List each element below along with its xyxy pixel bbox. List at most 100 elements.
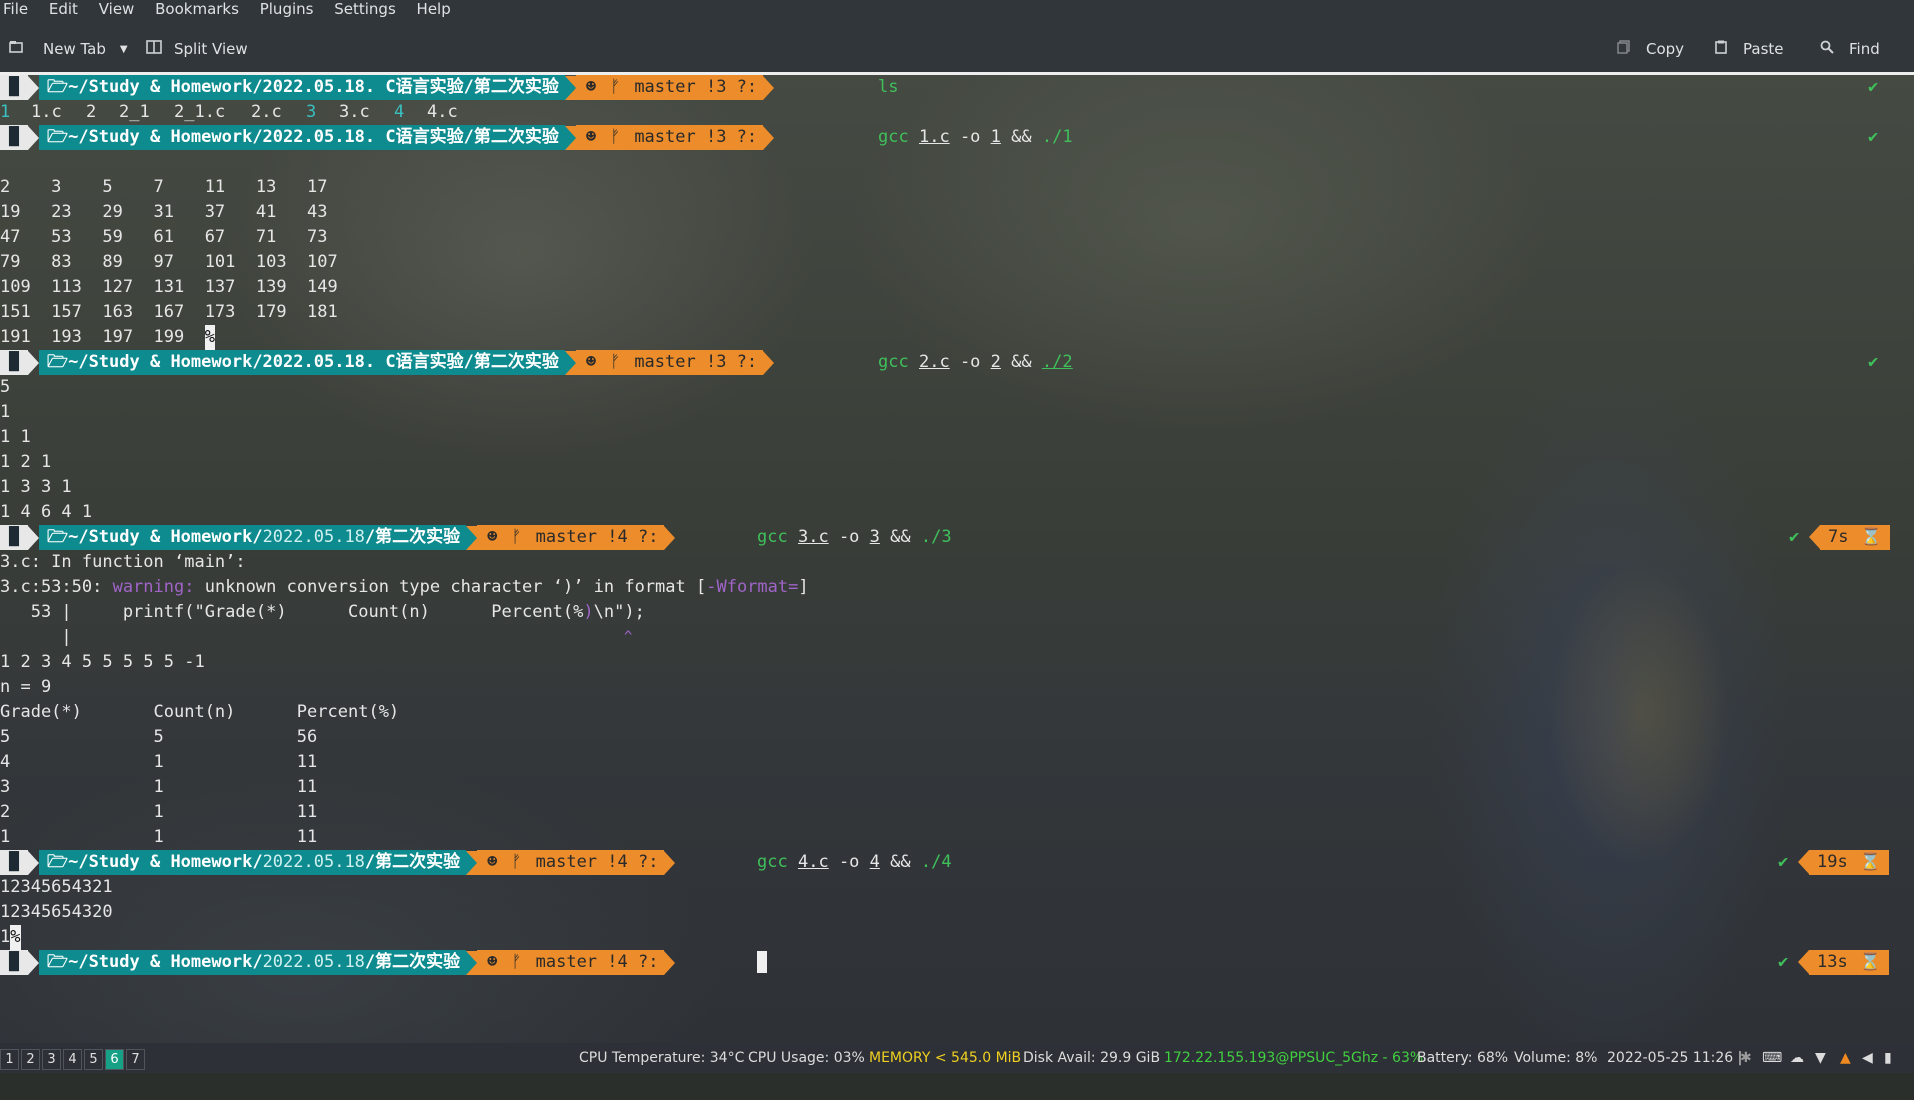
branch-icon: ᚠ	[610, 77, 621, 97]
ls-entry: 3	[306, 102, 317, 122]
compiler-message: 3.c: In function ‘main’:	[0, 552, 246, 572]
trash-icon[interactable]: ▮	[1884, 1050, 1892, 1066]
prompt-path: 🗁 ~/Study & Homework/2022.05.18/第二次实验	[39, 950, 467, 975]
prompt-path: 🗁 ~/Study & Homework/2022.05.18. C语言实验/第二…	[39, 125, 565, 150]
github-icon: ☻	[487, 527, 498, 547]
branch-icon: ᚠ	[511, 852, 522, 872]
success-check-icon: ✔	[1778, 952, 1789, 972]
distro-icon: ▐▌	[0, 350, 28, 375]
output-line: 1 3 3 1	[0, 477, 72, 497]
branch-icon: ᚠ	[511, 527, 522, 547]
copy-button[interactable]: Copy	[1617, 39, 1684, 59]
ls-entry: 2_1.c	[174, 102, 226, 122]
prompt-path: 🗁 ~/Study & Homework/2022.05.18/第二次实验	[39, 850, 467, 875]
ls-entry: 2_1	[119, 102, 150, 122]
folder-icon: 🗁	[47, 852, 69, 872]
prompt-line: ▐▌ 🗁 ~/Study & Homework/2022.05.18/第二次实验 …	[0, 850, 1914, 875]
copy-label: Copy	[1646, 40, 1685, 58]
output-line: 109 113 127 131 137 139 149	[0, 277, 338, 297]
menu-edit[interactable]: Edit	[49, 1, 78, 17]
terminal-output[interactable]: ▐▌ 🗁 ~/Study & Homework/2022.05.18. C语言实验…	[0, 75, 1914, 1043]
menu-view[interactable]: View	[99, 1, 135, 17]
wifi-icon[interactable]: ▼	[1815, 1050, 1826, 1066]
prompt-git: ☻ ᚠ master !3 ?:	[575, 75, 764, 100]
split-view-button[interactable]: Split View	[146, 39, 248, 59]
output-line: 1	[0, 402, 11, 422]
menu-settings[interactable]: Settings	[334, 1, 396, 17]
paste-label: Paste	[1743, 40, 1784, 58]
bluetooth-icon[interactable]: ✱	[1740, 1050, 1752, 1066]
paste-button[interactable]: Paste	[1714, 39, 1784, 59]
new-tab-button[interactable]: New Tab ▼	[9, 39, 128, 59]
find-button[interactable]: Find	[1820, 39, 1880, 59]
volume-status: Volume: 8%	[1514, 1050, 1598, 1066]
branch-icon: ᚠ	[511, 952, 522, 972]
output-line: Grade(*) Count(n) Percent(%)	[0, 702, 400, 722]
status-bar: 1 2 3 4 5 6 7 CPU Temperature: 34°C CPU …	[0, 1043, 1914, 1073]
folder-icon: 🗁	[47, 952, 69, 972]
output-line: 5	[0, 377, 11, 397]
new-tab-icon	[9, 40, 23, 58]
workspace-button[interactable]: 7	[126, 1049, 145, 1070]
output-line: 1 1	[0, 427, 31, 447]
menu-bookmarks[interactable]: Bookmarks	[155, 1, 239, 17]
duration-badge: 19s ⌛	[1798, 850, 1889, 875]
keyboard-icon[interactable]: ⌨	[1762, 1050, 1782, 1066]
workspace-button[interactable]: 4	[63, 1049, 82, 1070]
find-label: Find	[1849, 40, 1880, 58]
terminal-cursor[interactable]	[757, 950, 767, 975]
branch-icon: ᚠ	[610, 127, 621, 147]
prompt-git: ☻ ᚠ master !3 ?:	[575, 350, 764, 375]
folder-icon: 🗁	[47, 527, 69, 547]
hourglass-icon: ⌛	[1859, 952, 1881, 972]
steam-icon[interactable]: ☁	[1790, 1050, 1804, 1066]
menu-bar: File Edit View Bookmarks Plugins Setting…	[0, 0, 1914, 20]
vlc-icon[interactable]: ▲	[1840, 1050, 1851, 1066]
paste-icon	[1714, 40, 1728, 58]
workspace-button[interactable]: 3	[42, 1049, 61, 1070]
duration-badge: 13s ⌛	[1798, 950, 1889, 975]
output-line: 1 1 11	[0, 827, 318, 847]
ls-entry: 3.c	[339, 102, 370, 122]
ls-entry: 4	[394, 102, 405, 122]
success-check-icon: ✔	[1868, 127, 1879, 147]
search-icon	[1820, 40, 1834, 58]
compiler-caret-line: | ^	[0, 627, 633, 647]
workspace-button[interactable]: 2	[21, 1049, 40, 1070]
speaker-icon[interactable]: ◀	[1862, 1050, 1873, 1066]
prompt-path: 🗁 ~/Study & Homework/2022.05.18. C语言实验/第二…	[39, 350, 565, 375]
workspace-button-active[interactable]: 6	[105, 1049, 124, 1070]
menu-plugins[interactable]: Plugins	[260, 1, 314, 17]
distro-icon: ▐▌	[0, 850, 28, 875]
workspace-switcher: 1 2 3 4 5 6 7	[0, 1049, 147, 1070]
distro-icon: ▐▌	[0, 125, 28, 150]
output-line: 5 5 56	[0, 727, 318, 747]
compiler-warning: 3.c:53:50: warning: unknown conversion t…	[0, 577, 809, 597]
command-text: gcc 1.c -o 1 && ./1	[878, 127, 1073, 147]
prompt-git: ☻ ᚠ master !4 ?:	[477, 525, 665, 550]
distro-icon: ▐▌	[0, 950, 28, 975]
no-newline-marker: %	[10, 925, 21, 950]
menu-file[interactable]: File	[3, 1, 28, 17]
workspace-button[interactable]: 5	[84, 1049, 103, 1070]
output-line: 1%	[0, 925, 1914, 950]
output-line: 2 3 5 7 11 13 17	[0, 177, 328, 197]
success-check-icon: ✔	[1868, 77, 1879, 97]
output-line: 1 2 3 4 5 5 5 5 5 -1	[0, 652, 205, 672]
prompt-line: ▐▌ 🗁 ~/Study & Homework/2022.05.18. C语言实验…	[0, 75, 1914, 100]
output-line: 79 83 89 97 101 103 107	[0, 252, 338, 272]
hourglass-icon: ⌛	[1859, 852, 1881, 872]
success-check-icon: ✔	[1778, 852, 1789, 872]
command-text: gcc 3.c -o 3 && ./3	[757, 527, 952, 547]
folder-icon: 🗁	[47, 352, 69, 372]
new-tab-dropdown-icon[interactable]: ▼	[120, 44, 128, 55]
output-line: 3 1 11	[0, 777, 318, 797]
github-icon: ☻	[487, 852, 498, 872]
output-line: 2 1 11	[0, 802, 318, 822]
prompt-git: ☻ ᚠ master !4 ?:	[477, 950, 665, 975]
menu-help[interactable]: Help	[417, 1, 451, 17]
workspace-button[interactable]: 1	[0, 1049, 19, 1070]
battery-status: Battery: 68%	[1417, 1050, 1509, 1066]
prompt-line: ▐▌ 🗁 ~/Study & Homework/2022.05.18. C语言实验…	[0, 350, 1914, 375]
github-icon: ☻	[487, 952, 498, 972]
